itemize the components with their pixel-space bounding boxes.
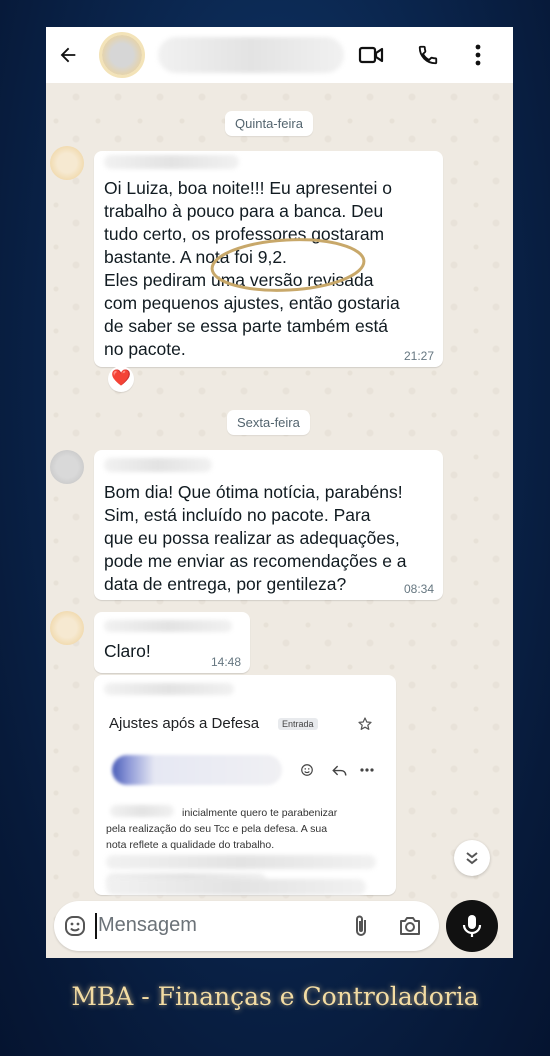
video-icon[interactable] <box>357 41 385 69</box>
sender-avatar <box>50 611 84 645</box>
sender-name-redacted <box>104 683 234 695</box>
grade-highlight-ring <box>210 238 366 292</box>
star-icon[interactable] <box>356 715 374 733</box>
contact-name-redacted[interactable] <box>158 37 344 73</box>
date-separator: Quinta-feira <box>225 111 313 136</box>
email-screenshot[interactable]: Ajustes após a Defesa Entrada inicialmen… <box>100 699 390 893</box>
sender-name-redacted <box>104 458 212 472</box>
message-text: Bom dia! Que ótima notícia, parabéns! Si… <box>104 482 407 594</box>
sender-avatar <box>50 450 84 484</box>
message-composer: Mensagem <box>54 901 439 951</box>
message-bubble-incoming[interactable]: Claro! 14:48 <box>94 612 250 673</box>
email-body-text: inicialmente quero te parabenizar pela r… <box>106 807 338 851</box>
emoji-icon[interactable] <box>298 761 316 779</box>
message-time: 08:34 <box>403 582 434 596</box>
phone-icon[interactable] <box>414 41 442 69</box>
microphone-button[interactable] <box>446 900 498 952</box>
heart-reaction[interactable]: ❤️ <box>108 366 134 392</box>
message-time: 14:48 <box>210 655 241 669</box>
date-separator: Sexta-feira <box>227 410 310 435</box>
sender-name-redacted <box>104 155 239 169</box>
message-input[interactable]: Mensagem <box>98 914 197 937</box>
scroll-to-bottom-button[interactable] <box>454 840 490 876</box>
paperclip-icon[interactable] <box>348 913 374 939</box>
camera-icon[interactable] <box>396 913 424 939</box>
emoji-icon[interactable] <box>62 913 88 939</box>
email-label-badge: Entrada <box>278 718 318 730</box>
promo-caption: MBA - Finanças e Controladoria <box>71 982 479 1011</box>
email-subject: Ajustes após a Defesa <box>109 715 260 732</box>
back-arrow-icon[interactable] <box>54 41 82 69</box>
microphone-icon <box>462 915 482 937</box>
contact-avatar[interactable] <box>102 35 142 75</box>
message-text: Claro! <box>104 641 151 661</box>
email-text-redacted <box>106 855 376 869</box>
more-vertical-icon[interactable] <box>466 41 490 69</box>
sender-avatar <box>50 146 84 180</box>
more-horizontal-icon[interactable] <box>358 761 376 779</box>
message-bubble-incoming[interactable]: Bom dia! Que ótima notícia, parabéns! Si… <box>94 450 443 600</box>
image-message-bubble[interactable]: Ajustes após a Defesa Entrada inicialmen… <box>94 675 396 895</box>
text-cursor <box>95 913 97 939</box>
message-time: 21:27 <box>403 349 434 363</box>
sender-avatar-redacted <box>112 755 282 785</box>
chat-header <box>46 27 513 83</box>
sender-name-redacted <box>104 620 232 632</box>
next-message-redacted <box>106 879 366 895</box>
message-bubble-incoming[interactable]: Oi Luiza, boa noite!!! Eu apresentei o t… <box>94 151 443 367</box>
reply-icon[interactable] <box>330 761 348 779</box>
chat-screen: Quinta-feira Oi Luiza, boa noite!!! Eu a… <box>46 27 513 958</box>
double-chevron-down-icon <box>466 852 478 865</box>
